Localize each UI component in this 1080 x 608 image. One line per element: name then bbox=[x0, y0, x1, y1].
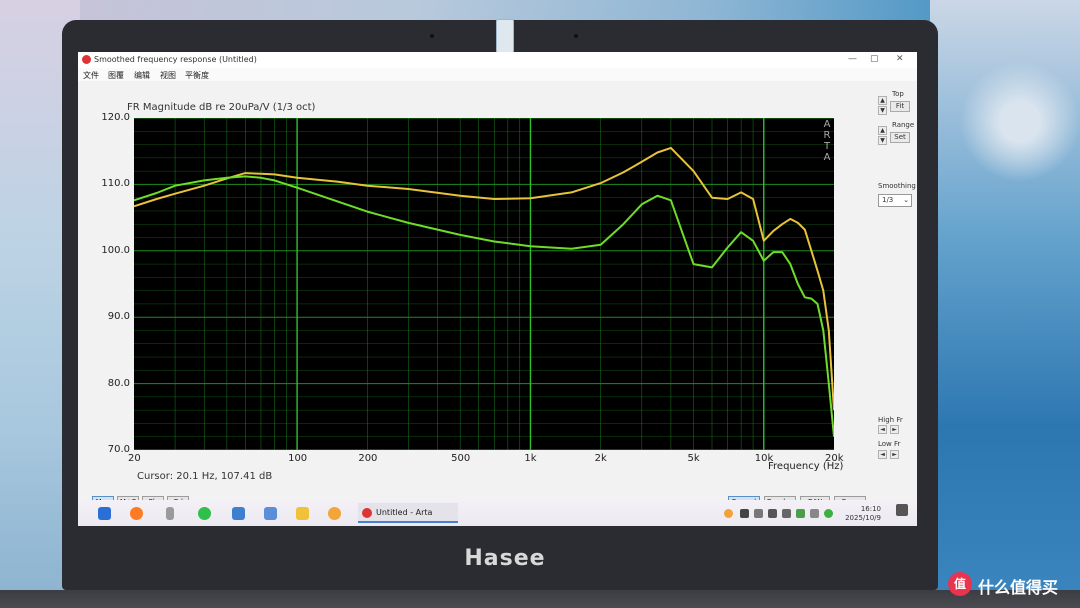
x-tick-label: 5k bbox=[687, 453, 700, 464]
set-button[interactable]: Set bbox=[890, 132, 910, 143]
tray-app-icon[interactable] bbox=[724, 509, 733, 518]
arta-watermark-letter: R bbox=[823, 130, 831, 141]
tray-chat-icon[interactable] bbox=[824, 509, 833, 518]
low-freq-label: Low Fr bbox=[878, 440, 901, 448]
y-tick-label: 110.0 bbox=[101, 178, 130, 190]
series-line-2 bbox=[134, 175, 834, 437]
high-left-button[interactable]: ◄ bbox=[878, 425, 887, 434]
range-label: Range bbox=[892, 121, 915, 129]
desktop-background-right bbox=[930, 0, 1080, 608]
x-tick-label: 100 bbox=[288, 453, 308, 464]
high-right-button[interactable]: ► bbox=[890, 425, 899, 434]
fit-button[interactable]: Fit bbox=[890, 101, 910, 112]
tray-sync-icon[interactable] bbox=[810, 509, 819, 518]
y-tick-label: 70.0 bbox=[107, 444, 130, 455]
menu-bar: 文件 图覆 编辑 视图 平衡度 bbox=[78, 68, 917, 81]
face-icon[interactable] bbox=[328, 507, 341, 520]
menu-overlay[interactable]: 图覆 bbox=[108, 70, 124, 81]
side-panel: Top ▲ ▼ Fit Range ▲ ▼ Set Smoothing 1/3 … bbox=[876, 82, 917, 492]
site-watermark: 什么值得买 bbox=[978, 578, 1059, 597]
maximize-icon[interactable]: ▢ bbox=[870, 54, 879, 64]
x-tick-label: 2k bbox=[594, 453, 607, 464]
minimize-icon[interactable]: — bbox=[848, 54, 857, 64]
range-up-button[interactable]: ▲ bbox=[878, 126, 887, 135]
top-label: Top bbox=[892, 90, 904, 98]
site-logo-icon: 值 bbox=[948, 572, 972, 596]
browser-icon[interactable] bbox=[130, 507, 143, 520]
tray-settings-icon[interactable] bbox=[782, 509, 791, 518]
laptop-keyboard-edge bbox=[0, 590, 1080, 608]
y-tick-label: 100.0 bbox=[101, 244, 130, 256]
close-icon[interactable]: ✕ bbox=[896, 54, 904, 64]
arta-watermark-letter: T bbox=[823, 141, 831, 152]
usb-icon[interactable] bbox=[166, 507, 174, 520]
series-line-1 bbox=[134, 146, 834, 411]
sensor-dot bbox=[574, 34, 578, 38]
y-tick-label: 120.0 bbox=[101, 112, 130, 123]
menu-balance[interactable]: 平衡度 bbox=[185, 70, 209, 81]
arta-icon bbox=[362, 508, 372, 518]
notification-icon[interactable] bbox=[896, 504, 908, 516]
windows-start-icon[interactable] bbox=[98, 507, 111, 520]
chevron-down-icon: ⌄ bbox=[903, 196, 909, 204]
x-tick-label: 1k bbox=[524, 453, 537, 464]
smoothing-label: Smoothing bbox=[878, 182, 916, 190]
frequency-response-chart: FR Magnitude dB re 20uPa/V (1/3 oct) 120… bbox=[81, 82, 876, 492]
system-clock[interactable]: 16:10 2025/10/9 bbox=[845, 505, 881, 523]
cursor-readout: Cursor: 20.1 Hz, 107.41 dB bbox=[137, 471, 273, 482]
y-tick-label: 80.0 bbox=[107, 377, 130, 389]
plot-area[interactable] bbox=[134, 118, 834, 450]
laptop-brand: Hasee bbox=[464, 546, 546, 571]
tray-network-icon[interactable] bbox=[754, 509, 763, 518]
edit-icon[interactable] bbox=[264, 507, 277, 520]
menu-edit[interactable]: 编辑 bbox=[134, 70, 150, 81]
low-left-button[interactable]: ◄ bbox=[878, 450, 887, 459]
smoothing-value: 1/3 bbox=[882, 196, 894, 204]
taskbar-app-label: Untitled - Arta bbox=[376, 508, 433, 517]
tray-monitor-icon[interactable] bbox=[740, 509, 749, 518]
arta-watermark-letter: A bbox=[823, 152, 831, 163]
menu-file[interactable]: 文件 bbox=[83, 70, 99, 81]
window-titlebar[interactable]: Smoothed frequency response (Untitled) —… bbox=[78, 52, 917, 68]
high-freq-label: High Fr bbox=[878, 416, 903, 424]
top-down-button[interactable]: ▼ bbox=[878, 106, 887, 115]
top-up-button[interactable]: ▲ bbox=[878, 96, 887, 105]
menu-view[interactable]: 视图 bbox=[160, 70, 176, 81]
range-down-button[interactable]: ▼ bbox=[878, 136, 887, 145]
x-tick-label: 500 bbox=[451, 453, 471, 464]
smoothing-select[interactable]: 1/3 ⌄ bbox=[878, 194, 912, 207]
clock-time: 16:10 bbox=[860, 505, 881, 513]
laptop-screen: Smoothed frequency response (Untitled) —… bbox=[78, 52, 917, 526]
tray-gpu-icon[interactable] bbox=[796, 509, 805, 518]
chart-title: FR Magnitude dB re 20uPa/V (1/3 oct) bbox=[127, 102, 316, 113]
wechat-icon[interactable] bbox=[198, 507, 211, 520]
x-tick-label: 200 bbox=[358, 453, 378, 464]
window-title: Smoothed frequency response (Untitled) bbox=[94, 55, 257, 64]
tray-volume-icon[interactable] bbox=[768, 509, 777, 518]
arta-watermark-letter: A bbox=[823, 119, 831, 130]
taskbar-app-arta[interactable]: Untitled - Arta bbox=[358, 503, 458, 523]
sensor-dot bbox=[430, 34, 434, 38]
tools-icon[interactable] bbox=[296, 507, 309, 520]
arta-icon bbox=[82, 55, 91, 64]
file-icon[interactable] bbox=[232, 507, 245, 520]
windows-taskbar: Untitled - Arta 16:10 2025/10/9 bbox=[78, 500, 917, 526]
webcam-cover bbox=[496, 19, 514, 53]
low-right-button[interactable]: ► bbox=[890, 450, 899, 459]
x-tick-label: 20 bbox=[128, 453, 141, 464]
clock-date: 2025/10/9 bbox=[845, 514, 881, 522]
y-tick-label: 90.0 bbox=[107, 311, 130, 323]
x-axis-label: Frequency (Hz) bbox=[768, 461, 844, 472]
